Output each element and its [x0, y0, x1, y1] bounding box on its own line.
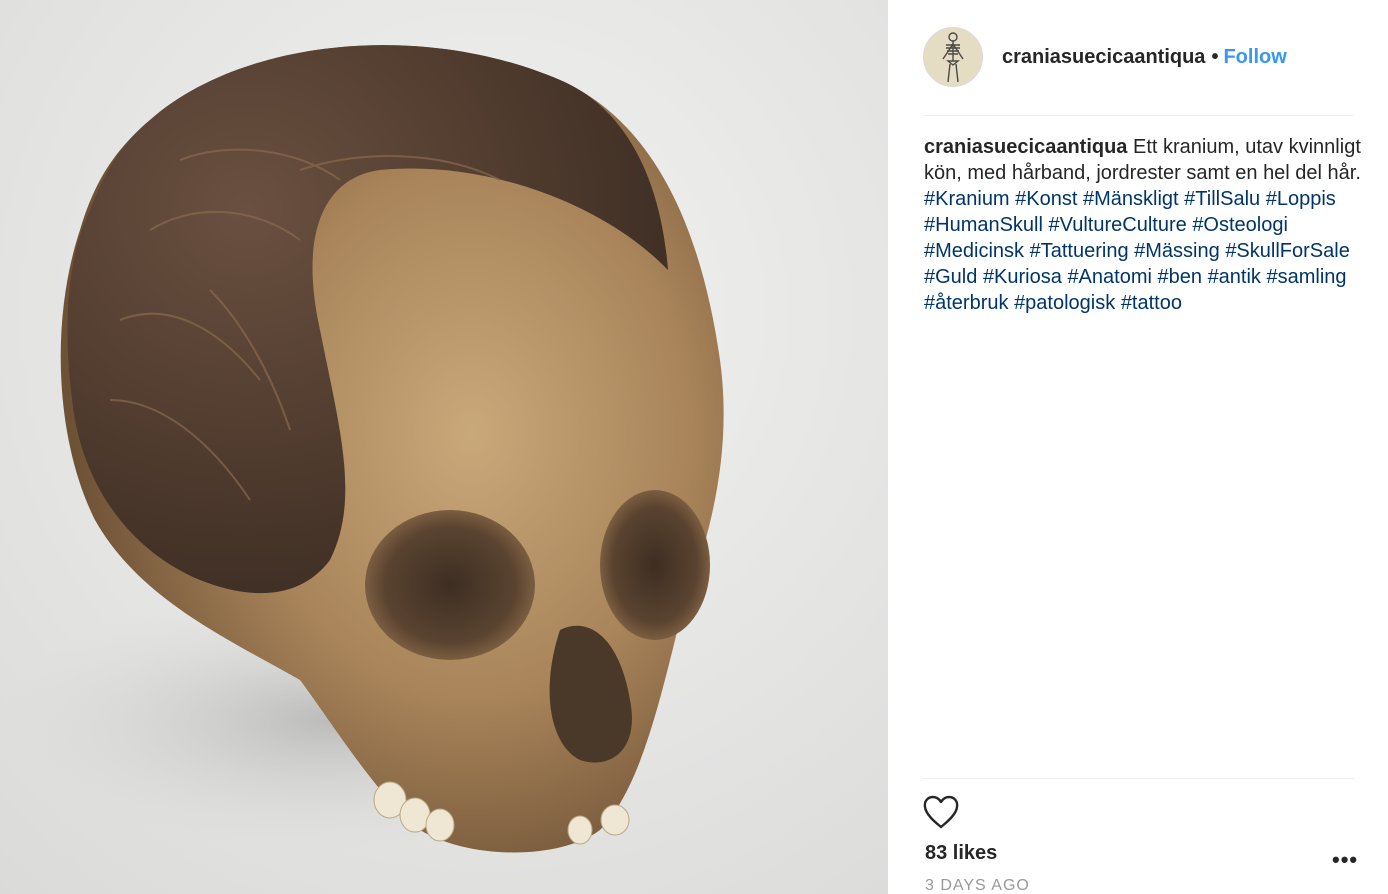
instagram-post: craniasuecicaantiqua • Follow craniasuecic… [0, 0, 1388, 894]
actions-divider [923, 778, 1355, 779]
hashtag-link[interactable]: #Guld [924, 266, 977, 288]
header-separator: • [1211, 46, 1219, 68]
hashtag-link[interactable]: #patologisk [1014, 292, 1115, 314]
post-header: craniasuecicaantiqua • Follow [923, 26, 1355, 88]
follow-button[interactable]: Follow [1223, 46, 1286, 68]
hashtag-link[interactable]: #HumanSkull [924, 214, 1043, 236]
hashtag-link[interactable]: #ben [1158, 266, 1203, 288]
hashtag-link[interactable]: #SkullForSale [1225, 240, 1350, 262]
header-text: craniasuecicaantiqua • Follow [1002, 45, 1287, 69]
hashtag-link[interactable]: #antik [1208, 266, 1261, 288]
caption-username-link[interactable]: craniasuecicaantiqua [924, 136, 1127, 158]
hashtag-link[interactable]: #Kuriosa [983, 266, 1062, 288]
post-photo[interactable] [0, 0, 888, 894]
post-details-panel: craniasuecicaantiqua • Follow craniasuecic… [888, 0, 1388, 894]
post-timestamp[interactable]: 3 DAYS AGO [925, 877, 1030, 894]
hashtag-link[interactable]: #TillSalu [1184, 188, 1260, 210]
likes-count[interactable]: 83 likes [925, 842, 997, 865]
username-link[interactable]: craniasuecicaantiqua [1002, 46, 1205, 68]
post-caption: craniasuecicaantiqua Ett kranium, utav k… [924, 134, 1364, 316]
hashtag-link[interactable]: #Osteologi [1192, 214, 1288, 236]
hashtag-link[interactable]: #Loppis [1266, 188, 1336, 210]
hashtag-list: #Kranium #Konst #Mänskligt #TillSalu #Lo… [924, 186, 1364, 316]
hashtag-link[interactable]: #Anatomi [1067, 266, 1152, 288]
hashtag-link[interactable]: #Mässing [1134, 240, 1220, 262]
more-options-icon[interactable]: ••• [1332, 849, 1357, 871]
hashtag-link[interactable]: #Medicinsk [924, 240, 1024, 262]
hashtag-link[interactable]: #Kranium [924, 188, 1010, 210]
hashtag-link[interactable]: #samling [1267, 266, 1347, 288]
avatar[interactable] [923, 27, 983, 87]
like-button[interactable] [922, 794, 960, 830]
heart-outline-icon [923, 795, 959, 829]
skeleton-avatar-icon [924, 28, 982, 86]
header-divider [923, 115, 1355, 116]
hashtag-link[interactable]: #Mänskligt [1083, 188, 1179, 210]
hashtag-link[interactable]: #Tattuering [1030, 240, 1129, 262]
hashtag-link[interactable]: #VultureCulture [1049, 214, 1187, 236]
hashtag-link[interactable]: #tattoo [1121, 292, 1182, 314]
hashtag-link[interactable]: #Konst [1015, 188, 1077, 210]
hashtag-link[interactable]: #återbruk [924, 292, 1009, 314]
skull-photo [0, 0, 888, 894]
